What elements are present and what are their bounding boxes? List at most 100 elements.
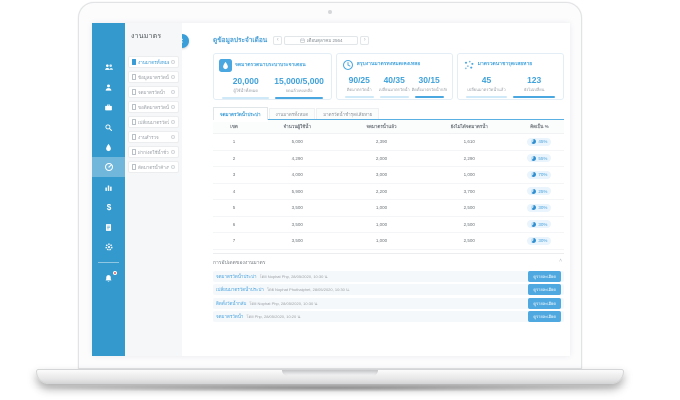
percent-badge: 25% xyxy=(527,187,552,196)
sidebar-item-water-drop[interactable] xyxy=(92,137,125,157)
view-details-button[interactable]: ดูรายละเอียด xyxy=(528,270,561,282)
zones-table: เขต จำนวนผู้ใช้น้ำ จดมาตรน้ำแล้ว ยังไม่ได้จ… xyxy=(213,120,564,250)
table-cell: 2,000 xyxy=(375,155,388,161)
document-icon xyxy=(132,59,136,65)
svg-text:$: $ xyxy=(106,203,111,212)
stat: 123 ยังไม่เปลี่ยน xyxy=(510,75,558,98)
money-icon: $ xyxy=(104,202,114,212)
info-icon[interactable] xyxy=(170,119,175,125)
user-icon xyxy=(104,83,113,92)
view-details-button[interactable]: ดูรายละเอียด xyxy=(528,297,561,309)
update-link[interactable]: ติดตั้งวัดน้ำกลับ xyxy=(216,300,246,307)
month-selector[interactable]: เดือนตุลาคม 2564 xyxy=(284,35,359,45)
menu-item-label: งานมาตรทั้งหมด xyxy=(138,59,169,65)
info-icon[interactable] xyxy=(170,134,175,140)
table-cell: 6 xyxy=(232,221,236,227)
card-title: มาตรวัดน้ำชำรุด/เสียหาย xyxy=(477,62,533,68)
stat-label: เปลี่ยนมาตรวัดน้ำ xyxy=(378,87,410,92)
info-icon[interactable] xyxy=(170,89,175,95)
percent-badge: 70% xyxy=(527,170,552,179)
laptop-screen: $ งานมาตร งานมาตรทั้งหมด ข้อมูลมาตรวัดน้ำ… xyxy=(78,2,582,369)
dots-icon xyxy=(463,59,475,71)
info-icon[interactable] xyxy=(170,74,175,80)
sidebar-item-search[interactable] xyxy=(92,117,125,137)
table-row[interactable]: 4 5,900 2,200 3,700 25% xyxy=(213,184,564,200)
stat-label: เปลี่ยนมาตรวัดน้ำแล้ว xyxy=(467,87,506,92)
table-row[interactable]: 1 5,000 2,390 1,610 45% xyxy=(213,134,564,151)
table-cell: 1,000 xyxy=(463,172,475,178)
stat-cards: จดมาตรวัดน้ำประปาประจำเดือน 20,000 ผู้ใช้น… xyxy=(213,53,564,100)
table-cell: 1 xyxy=(232,139,236,145)
stat-label: ติดตั้งมาตรวัดน้ำกลับ xyxy=(411,87,447,92)
table-cell: 5,900 xyxy=(291,188,303,194)
sidebar-item-chart[interactable] xyxy=(92,177,125,197)
table-cell: 7 xyxy=(232,238,236,244)
table-cell-percent: 30% xyxy=(515,220,564,229)
column-header-0: เขต xyxy=(230,124,238,129)
info-icon[interactable] xyxy=(170,104,175,110)
month-selector-value: เดือนตุลาคม 2564 xyxy=(306,37,343,43)
table-row[interactable]: 5 3,500 1,000 2,500 30% xyxy=(213,200,564,217)
prev-month-button[interactable]: ‹ xyxy=(273,35,283,45)
tab-bar: จดมาตรวัดน้ำประปา งานมาตรทั้งหมด มาตรวัดน้… xyxy=(213,107,564,120)
menu-item-1[interactable]: ข้อมูลมาตรวัดน้ำ xyxy=(128,71,179,83)
table-cell: 1,000 xyxy=(375,205,388,211)
menu-item-label: ฝาก/งดใช้น้ำชั่วคราว xyxy=(138,149,169,155)
table-row[interactable]: 6 3,500 1,000 2,500 30% xyxy=(213,217,564,233)
update-link[interactable]: จดมาตรวัดน้ำ xyxy=(216,313,243,320)
stat-value: 123 xyxy=(527,75,542,85)
sidebar-item-bell[interactable] xyxy=(92,268,125,288)
document-icon xyxy=(132,134,136,140)
menu-item-7[interactable]: ตัดมาตรน้ำค้างชำระ/ถาวร xyxy=(128,161,179,173)
sidebar-item-money[interactable]: $ xyxy=(92,197,125,217)
table-row[interactable]: 3 4,000 3,000 1,000 70% xyxy=(213,167,564,184)
card-header: จดมาตรวัดน้ำประปาประจำเดือน xyxy=(219,59,326,72)
collapse-sidebar-button[interactable]: ‹ xyxy=(182,34,189,48)
card-stats: 20,000 ผู้ใช้น้ำทั้งหมด 15,000/5,000 จดแล้ว… xyxy=(219,76,326,99)
next-month-button[interactable]: › xyxy=(360,35,370,45)
sidebar-item-team[interactable] xyxy=(92,57,125,77)
update-link[interactable]: เปลี่ยนมาตรวัดน้ำประปา xyxy=(216,286,264,293)
sidebar-item-user[interactable] xyxy=(92,77,125,97)
app-window: $ งานมาตร งานมาตรทั้งหมด ข้อมูลมาตรวัดน้ำ… xyxy=(92,23,570,356)
info-icon[interactable] xyxy=(170,59,175,65)
stat-value: 90/25 xyxy=(348,75,370,85)
tab-2[interactable]: มาตรวัดน้ำชำรุด/เสียหาย xyxy=(316,108,380,120)
chevron-up-icon[interactable]: ˄ xyxy=(559,258,562,264)
view-details-button[interactable]: ดูรายละเอียด xyxy=(528,284,561,295)
menu-item-5[interactable]: งานสำรวจ xyxy=(128,131,179,143)
sub-sidebar: งานมาตร งานมาตรทั้งหมด ข้อมูลมาตรวัดน้ำ จด… xyxy=(125,23,182,356)
pie-chart-icon xyxy=(531,139,537,145)
stat-label: ติดมาตรวัดน้ำ xyxy=(346,87,372,92)
tab-1[interactable]: งานมาตรทั้งหมด xyxy=(268,108,316,120)
tab-0[interactable]: จดมาตรวัดน้ำประปา xyxy=(213,107,268,120)
sidebar-item-document[interactable] xyxy=(92,217,125,237)
table-cell-percent: 25% xyxy=(515,187,564,196)
month-pager: ‹ เดือนตุลาคม 2564 › xyxy=(273,35,370,45)
sidebar-item-settings[interactable] xyxy=(92,237,125,257)
document-icon xyxy=(104,223,113,232)
sidebar-item-briefcase[interactable] xyxy=(92,97,125,117)
info-icon[interactable] xyxy=(170,164,175,170)
menu-item-3[interactable]: ขอติดมาตรวัดน้ำใหม่ xyxy=(128,101,179,113)
stat-underline xyxy=(513,96,555,98)
view-details-button[interactable]: ดูรายละเอียด xyxy=(528,311,561,322)
calendar-icon xyxy=(300,38,305,43)
document-icon xyxy=(132,149,136,155)
info-icon[interactable] xyxy=(170,149,175,155)
update-link[interactable]: จดมาตรวัดน้ำประปา xyxy=(216,273,257,280)
menu-item-0[interactable]: งานมาตรทั้งหมด xyxy=(128,56,179,68)
document-icon xyxy=(132,104,136,110)
menu-item-4[interactable]: เปลี่ยนมาตรวัดน้ำ xyxy=(128,116,179,128)
stat: 40/35 เปลี่ยนมาตรวัดน้ำ xyxy=(377,75,412,98)
menu-item-2[interactable]: จดมาตรวัดน้ำ xyxy=(128,86,179,98)
card-stats: 90/25 ติดมาตรวัดน้ำ 40/35 เปลี่ยนมาตรวัดน้ำ… xyxy=(342,75,447,98)
stat-label: ผู้ใช้น้ำทั้งหมด xyxy=(233,88,258,93)
table-cell: 3,500 xyxy=(291,238,303,244)
table-row[interactable]: 2 4,290 2,000 2,290 55% xyxy=(213,151,564,167)
table-row[interactable]: 7 3,500 1,000 2,500 30% xyxy=(213,233,564,250)
stat-underline xyxy=(275,97,323,99)
table-cell: 2,500 xyxy=(463,238,475,244)
sidebar-item-meter[interactable] xyxy=(92,157,125,177)
menu-item-6[interactable]: ฝาก/งดใช้น้ำชั่วคราว xyxy=(128,146,179,158)
